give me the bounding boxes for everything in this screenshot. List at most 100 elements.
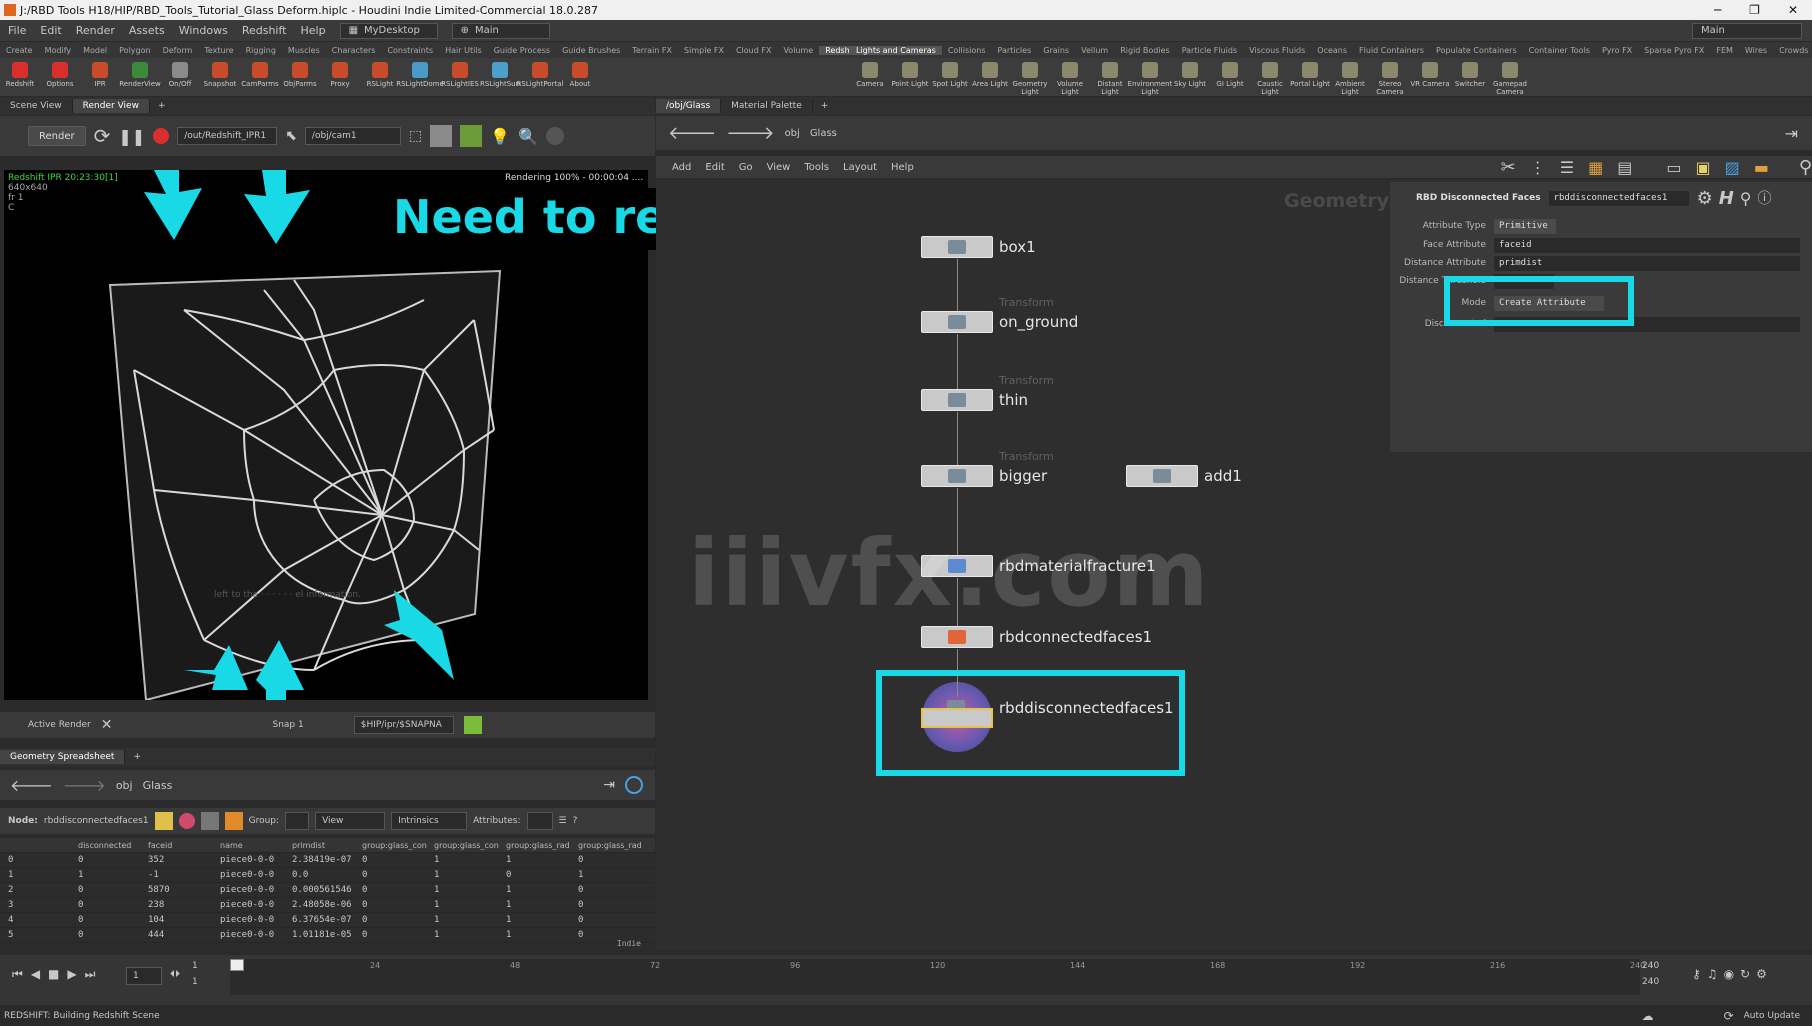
shelf-left-tab-10[interactable]: Hair Utils: [439, 46, 488, 55]
shelf-left-tab-12[interactable]: Guide Brushes: [556, 46, 626, 55]
audio-icon[interactable]: ♫: [1707, 967, 1718, 981]
close-icon[interactable]: ✕: [101, 717, 113, 733]
pin-icon[interactable]: ⇥: [603, 777, 615, 793]
shelf-right-tab-5[interactable]: Rigid Bodies: [1114, 46, 1175, 55]
primitives-icon[interactable]: [200, 812, 219, 830]
add-tab-icon[interactable]: +: [150, 101, 166, 111]
node-name-field[interactable]: rbddisconnectedfaces1: [1548, 190, 1689, 206]
cache-icon[interactable]: ☁: [1642, 1009, 1654, 1023]
shelf-left-tab-8[interactable]: Characters: [326, 46, 382, 55]
play-icon[interactable]: ▶: [67, 967, 76, 982]
refresh-icon[interactable]: ⟳: [1724, 1009, 1734, 1023]
node-label[interactable]: add1: [1204, 467, 1242, 485]
net-menu-tools[interactable]: Tools: [804, 162, 829, 173]
timeline-ruler[interactable]: 124487296120144168192216240: [230, 959, 1645, 995]
gear-icon[interactable]: ⚙: [1697, 188, 1713, 209]
right-tool-0[interactable]: Camera: [850, 58, 890, 96]
node-add1[interactable]: [1126, 465, 1198, 487]
shelf-left-tab-6[interactable]: Rigging: [240, 46, 282, 55]
shelf-right-tab-3[interactable]: Grains: [1037, 46, 1075, 55]
houdini-help-icon[interactable]: H: [1719, 188, 1734, 209]
filter-icon[interactable]: ☰: [559, 816, 567, 826]
shelf-left-tab-9[interactable]: Constraints: [381, 46, 439, 55]
right-tool-1[interactable]: Point Light: [890, 58, 930, 96]
shelf-left-tab-5[interactable]: Texture: [198, 46, 239, 55]
list-icon[interactable]: ☰: [1560, 158, 1574, 177]
net-menu-view[interactable]: View: [767, 162, 791, 173]
search-icon[interactable]: ⚲: [1740, 189, 1752, 208]
sticky-note-icon[interactable]: ▣: [1695, 158, 1710, 177]
maximize-button[interactable]: ❐: [1749, 3, 1760, 17]
grid-icon[interactable]: ▦: [1588, 158, 1603, 177]
desktop-selector[interactable]: ▦ MyDesktop: [339, 22, 438, 39]
face-attribute-field[interactable]: faceid: [1494, 237, 1800, 253]
shelf-right-tab-0[interactable]: Lights and Cameras: [850, 45, 942, 55]
zoom-icon[interactable]: 🔍: [518, 127, 538, 146]
menu-assets[interactable]: Assets: [129, 24, 165, 37]
stop-icon[interactable]: ■: [48, 967, 59, 982]
main-selector[interactable]: ⊕ Main: [451, 22, 550, 39]
box-icon[interactable]: ▬: [1754, 158, 1769, 177]
attribute-type-dropdown[interactable]: Primitive: [1494, 218, 1556, 234]
camera-field[interactable]: /obj/cam1: [304, 127, 401, 145]
shelf-left-tab-13[interactable]: Terrain FX: [626, 46, 678, 55]
left-tool-4[interactable]: On/Off: [160, 58, 200, 96]
right-tool-15[interactable]: Switcher: [1450, 58, 1490, 96]
shelf-right-tab-4[interactable]: Vellum: [1075, 46, 1114, 55]
menu-help[interactable]: Help: [300, 24, 325, 37]
right-tool-7[interactable]: Environment Light: [1128, 58, 1172, 96]
shelf-left-tab-14[interactable]: Simple FX: [678, 46, 730, 55]
left-tool-3[interactable]: RenderView: [119, 58, 161, 96]
shelf-right-tab-10[interactable]: Populate Containers: [1430, 46, 1523, 55]
group-field[interactable]: [285, 812, 310, 830]
node-label[interactable]: rbdconnectedfaces1: [999, 628, 1152, 646]
last-frame-icon[interactable]: ⏭: [85, 967, 96, 982]
reverse-play-icon[interactable]: ◀: [31, 967, 40, 982]
attributes-field[interactable]: [526, 812, 553, 830]
left-tool-10[interactable]: RSLightDome: [396, 58, 444, 96]
table-row[interactable]: 5 0 444 piece0-0-0 1.01181e-05 0 1 1 0: [0, 928, 655, 943]
layout-icon[interactable]: ▭: [1666, 158, 1681, 177]
shelf-right-tab-2[interactable]: Particles: [992, 46, 1038, 55]
tab-material-palette[interactable]: Material Palette: [721, 99, 813, 113]
light-bulb-icon[interactable]: 💡: [490, 127, 510, 146]
right-tool-16[interactable]: Gamepad Camera: [1490, 58, 1530, 96]
menu-render[interactable]: Render: [76, 24, 115, 37]
intrinsics-dropdown[interactable]: Intrinsics: [391, 812, 468, 830]
back-arrow-icon[interactable]: 🡐: [10, 775, 53, 795]
shelf-right-tab-16[interactable]: Crowds: [1773, 46, 1812, 55]
left-tool-14[interactable]: About: [560, 58, 600, 96]
table-row[interactable]: 4 0 104 piece0-0-0 6.37654e-07 0 1 1 0: [0, 913, 655, 928]
snapshot-icon[interactable]: [463, 716, 482, 734]
points-icon[interactable]: [154, 812, 173, 830]
shelf-left-tab-11[interactable]: Guide Process: [488, 46, 556, 55]
step-icon[interactable]: ⏴⏵: [170, 969, 180, 980]
help-icon[interactable]: ?: [573, 816, 578, 826]
shelf-left-tab-4[interactable]: Deform: [157, 46, 199, 55]
shelf-left-tab-1[interactable]: Modify: [39, 46, 78, 55]
table-row[interactable]: 3 0 238 piece0-0-0 2.48058e-06 0 1 1 0: [0, 898, 655, 913]
shelf-right-tab-12[interactable]: Pyro FX: [1596, 46, 1638, 55]
path-node[interactable]: Glass: [810, 128, 837, 139]
shelf-left-tab-7[interactable]: Muscles: [282, 46, 326, 55]
tab-scene-view[interactable]: Scene View: [0, 99, 73, 113]
shelf-right-tab-7[interactable]: Viscous Fluids: [1243, 46, 1311, 55]
node-bigger[interactable]: [921, 465, 993, 487]
shelf-right-tab-11[interactable]: Container Tools: [1523, 46, 1596, 55]
back-arrow-icon[interactable]: 🡐: [668, 123, 716, 144]
left-tool-13[interactable]: RSLightPortal: [517, 58, 563, 96]
close-button[interactable]: ✕: [1788, 3, 1798, 17]
table-row[interactable]: 1 1 -1 piece0-0-0 0.0 0 1 0 1: [0, 868, 655, 883]
right-tool-4[interactable]: Geometry Light: [1010, 58, 1050, 96]
forward-arrow-icon[interactable]: 🡒: [63, 775, 106, 795]
right-tool-11[interactable]: Portal Light: [1290, 58, 1330, 96]
shelf-right-tab-8[interactable]: Oceans: [1311, 46, 1353, 55]
right-tool-14[interactable]: VR Camera: [1410, 58, 1450, 96]
stop-icon[interactable]: [153, 128, 170, 144]
left-tool-6[interactable]: CamParms: [240, 58, 280, 96]
realtime-icon[interactable]: ◉: [1724, 967, 1734, 981]
settings-icon[interactable]: ⚙: [1756, 967, 1767, 981]
right-tool-12[interactable]: Ambient Light: [1330, 58, 1370, 96]
preview-icon[interactable]: [460, 125, 483, 147]
tab-obj-glass[interactable]: /obj/Glass: [656, 99, 722, 113]
